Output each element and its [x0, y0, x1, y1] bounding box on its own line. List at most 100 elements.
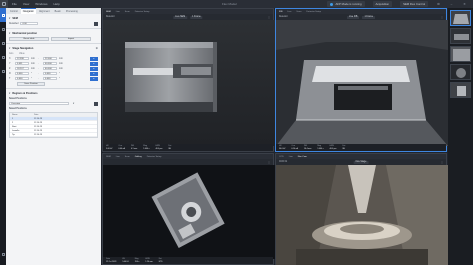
sem-detector-label[interactable]: Detector — [106, 16, 115, 18]
retarded-input[interactable]: 0.00 — [20, 21, 39, 26]
axis-go-button[interactable]: ▸ — [90, 76, 98, 81]
app-logo — [0, 0, 8, 8]
retarded-toggle[interactable] — [94, 21, 98, 26]
status-field: HV 5.00 kV — [122, 258, 128, 263]
tab-beam[interactable]: Beam — [53, 9, 63, 14]
ccd-image[interactable] — [276, 165, 448, 265]
add-region-button[interactable] — [94, 101, 98, 106]
status-field: HV 30.0 kV — [279, 145, 285, 150]
axis-value-input[interactable]: 18.207 — [15, 66, 29, 71]
menu-help[interactable]: Help — [53, 2, 59, 6]
tab-alignment[interactable]: Alignment — [37, 9, 52, 14]
more-icon[interactable]: ⋮ — [268, 16, 270, 19]
thumbnail-4[interactable] — [450, 64, 471, 80]
tab-control[interactable]: Control — [8, 9, 20, 14]
fib-tab-2[interactable]: Live — [287, 11, 291, 13]
fib-frame-button[interactable]: 1 Frame — [362, 15, 375, 19]
sem-image[interactable] — [103, 20, 275, 146]
axis-go-button[interactable]: ▸ — [90, 71, 98, 76]
fib-live-button[interactable]: Live FIB — [347, 15, 360, 19]
status-field: Date 12 Oct 2023 — [106, 258, 116, 263]
acquisition-chip[interactable]: Acquisition — [372, 1, 393, 7]
thumbnail-4-image — [451, 65, 470, 79]
tab-processing[interactable]: Processing — [64, 9, 80, 14]
axis-target-input[interactable]: 40.000 — [43, 61, 57, 66]
sem-tab-3[interactable]: Scan — [125, 11, 130, 13]
status-value: 12 Oct 2023 — [106, 260, 117, 263]
status-running-chip[interactable]: AFP Mode is running — [327, 1, 365, 7]
gallery-tab-3[interactable]: Scan — [125, 156, 130, 158]
axis-value-input[interactable]: 0.000 — [15, 71, 29, 76]
fib-tab-4[interactable]: Detector Setup — [306, 11, 321, 13]
reset-table-button[interactable]: Reset table — [9, 36, 49, 41]
gear-icon — [1, 55, 5, 59]
axis-go-button[interactable]: ▸ — [90, 61, 98, 66]
axis-label: X — [9, 57, 11, 60]
chevron-down-icon: ▾ — [9, 47, 11, 50]
fib-detector-label[interactable]: Detector — [279, 16, 288, 18]
menu-file[interactable]: File — [12, 2, 17, 6]
close-icon[interactable]: ✕ — [462, 2, 467, 7]
fib-tab-3[interactable]: Scan — [296, 11, 301, 13]
title-bar: File View Windows Help Flex Model AFP Mo… — [0, 0, 473, 8]
tab-navigation[interactable]: Navigation — [20, 8, 37, 14]
fib-tab-1[interactable]: FIB — [279, 11, 282, 13]
regions-select[interactable]: Overview — [9, 101, 69, 106]
ccd-camera-label[interactable]: CCD 01 — [279, 161, 287, 163]
sem-tab-4[interactable]: Detector Setup — [135, 11, 150, 13]
ccd-tab-1[interactable]: CCD — [279, 156, 284, 158]
menu-view[interactable]: View — [23, 2, 29, 6]
mechanical-row: Reset table Import — [9, 36, 98, 41]
axis-target-input[interactable]: 0.000 — [43, 76, 57, 81]
table-row[interactable]: Tip 12.10.23 — [10, 133, 97, 137]
axis-target-unit: ° — [59, 72, 60, 75]
minimize-icon[interactable]: – — [449, 2, 454, 7]
sem-tab-2[interactable]: Live — [116, 11, 120, 13]
gallery-status-bar: Date 12 Oct 2023 HV 5.00 kV Mag 150 x HFW 1.20 … — [103, 257, 273, 264]
axis-target-input[interactable]: 0.000 — [43, 71, 57, 76]
axis-value-input[interactable]: 0.000 — [15, 76, 29, 81]
acquisition-label: Acquisition — [375, 2, 390, 6]
save-position-button[interactable]: Save Position — [17, 81, 45, 86]
control-chip[interactable]: SEM Flex Control — [400, 1, 428, 7]
gallery-tab-4[interactable]: Gallery — [135, 156, 142, 158]
ccd-tab-2[interactable]: Live — [289, 156, 293, 158]
axis-target-unit: mm — [59, 62, 63, 65]
thumbnail-5[interactable] — [450, 82, 471, 98]
gallery-tab-5[interactable]: Detector Setup — [147, 156, 162, 158]
thumbnail-3[interactable] — [450, 46, 471, 62]
sem-section: ▾ SEM Retarded 0.00 — [6, 14, 101, 29]
ccd-tab-3[interactable]: Nav Cam — [298, 156, 307, 158]
thumbnail-1[interactable] — [450, 10, 471, 26]
axis-target-input[interactable]: 40.000 — [43, 66, 57, 71]
gallery-image[interactable] — [103, 165, 275, 259]
axis-go-button[interactable]: ▸ — [90, 56, 98, 61]
settings-icon[interactable]: ⚙ — [436, 2, 441, 7]
axis-value-input[interactable]: 0.451 — [15, 61, 29, 66]
more-icon[interactable]: ⋮ — [441, 161, 443, 164]
chevron-down-icon[interactable]: ▾ — [73, 102, 74, 105]
fib-image[interactable] — [276, 20, 448, 146]
thumbnail-5-image — [451, 83, 470, 97]
axis-go-button[interactable]: ▸ — [90, 66, 98, 71]
gallery-tab-2[interactable]: Live — [116, 156, 120, 158]
control-panel: Control Navigation Alignment Beam Proces… — [6, 8, 101, 265]
sem-frame-button[interactable]: 1 Frame — [190, 15, 203, 19]
position-name: Tip — [12, 133, 15, 136]
more-icon[interactable]: ⋮ — [268, 161, 270, 164]
sem-live-button[interactable]: Live SEM — [173, 15, 188, 19]
axis-target-input[interactable]: 22.000 — [43, 56, 57, 61]
gear-icon[interactable]: ⚙ — [96, 47, 98, 50]
position-name: Lamella — [12, 129, 20, 132]
more-icon[interactable]: ⋮ — [441, 16, 443, 19]
status-running-label: AFP Mode is running — [335, 2, 362, 6]
sem-tab-1[interactable]: SEM — [106, 11, 111, 13]
import-button[interactable]: Import — [51, 36, 91, 41]
position-date: 12.10.23 — [34, 125, 43, 128]
menu-windows[interactable]: Windows — [35, 2, 47, 6]
gallery-tab-1[interactable]: SEM — [106, 156, 111, 158]
ccd-nav-stage-button[interactable]: Nav Stage — [353, 160, 369, 164]
axis-value-input[interactable]: 12.398 — [15, 56, 29, 61]
thumbnail-2[interactable] — [450, 28, 471, 44]
status-value: 5.00 kV — [122, 260, 129, 263]
